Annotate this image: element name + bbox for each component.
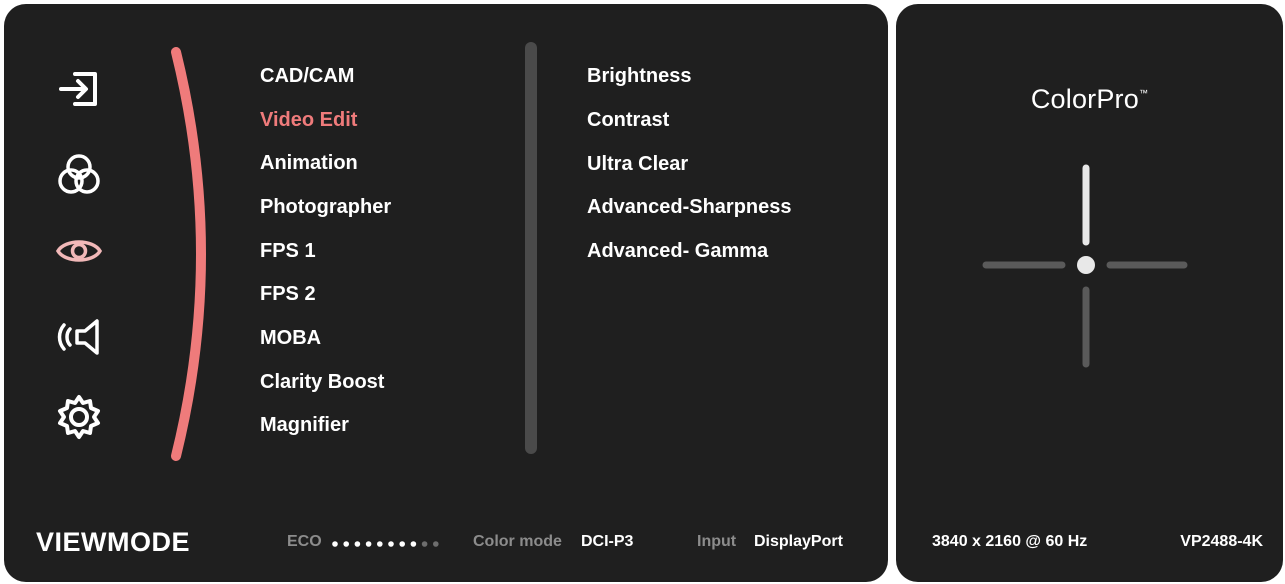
submenu-item-ultra-clear[interactable]: Ultra Clear [587, 153, 688, 175]
submenu-item-contrast[interactable]: Contrast [587, 109, 669, 131]
eco-dot [365, 541, 372, 547]
eco-level-indicator [332, 541, 439, 547]
eco-dot [399, 541, 405, 547]
brand-trademark: ™ [1138, 88, 1149, 98]
eco-dot [433, 541, 439, 547]
submenu-item-brightness[interactable]: Brightness [587, 65, 691, 87]
viewmode-item-moba[interactable]: MOBA [260, 327, 321, 349]
eco-dot [354, 541, 361, 547]
eco-label: ECO [287, 533, 322, 550]
eco-dot [388, 541, 394, 547]
menu-title: VIEWMODE [36, 527, 191, 557]
osd-info-panel: ColorPro™ 3840 x 2160 @ 60 Hz VP2488-4K [896, 4, 1283, 582]
eco-dot [377, 541, 383, 547]
eco-dot [410, 541, 417, 547]
eco-dot [343, 541, 349, 547]
menu-scrollbar[interactable] [525, 42, 537, 454]
resolution-readout: 3840 x 2160 @ 60 Hz [932, 533, 1088, 550]
color-mode-value: DCI-P3 [581, 533, 634, 550]
input-value: DisplayPort [754, 533, 843, 550]
input-icon[interactable] [52, 62, 106, 116]
submenu-item-advanced-gamma[interactable]: Advanced- Gamma [587, 240, 768, 262]
viewmode-item-photographer[interactable]: Photographer [260, 196, 391, 218]
viewmode-eye-icon[interactable] [52, 224, 106, 278]
navigation-joystick-icon [982, 164, 1188, 368]
viewmode-item-magnifier[interactable]: Magnifier [260, 414, 349, 436]
viewmode-item-fps1[interactable]: FPS 1 [260, 240, 316, 262]
eco-dot [332, 541, 338, 547]
osd-main-panel: CAD/CAM Video Edit Animation Photographe… [4, 4, 888, 582]
eco-dot [421, 541, 428, 547]
viewmode-item-fps2[interactable]: FPS 2 [260, 283, 316, 305]
viewmode-item-animation[interactable]: Animation [260, 152, 358, 174]
submenu-item-advanced-sharpness[interactable]: Advanced-Sharpness [587, 196, 792, 218]
viewmode-item-cad-cam[interactable]: CAD/CAM [260, 65, 354, 87]
menu-arc-decoration [171, 47, 206, 461]
viewmode-item-clarity-boost[interactable]: Clarity Boost [260, 371, 384, 393]
color-adjust-icon[interactable] [52, 148, 106, 202]
colorpro-logo: ColorPro™ [896, 84, 1283, 115]
input-label: Input [697, 533, 737, 550]
brand-name: ColorPro [1030, 84, 1139, 114]
viewmode-item-video-edit[interactable]: Video Edit [260, 109, 357, 131]
audio-speaker-icon[interactable] [52, 310, 106, 364]
setup-gear-icon[interactable] [52, 390, 106, 444]
color-mode-label: Color mode [473, 533, 562, 550]
model-name: VP2488-4K [1180, 533, 1263, 550]
